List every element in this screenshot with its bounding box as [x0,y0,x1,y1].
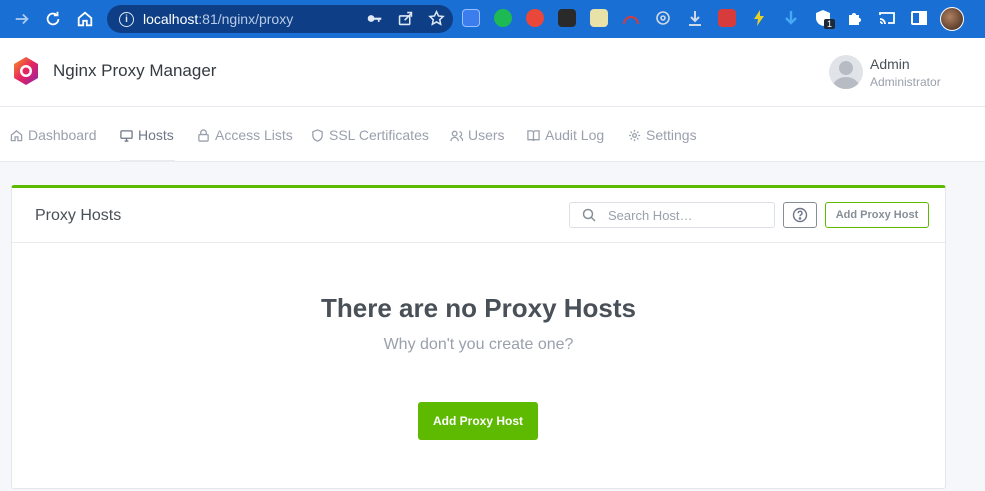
empty-state-title: There are no Proxy Hosts [321,293,636,323]
shield-icon [312,128,323,142]
nav-label-ssl-certificates: SSL Certificates [329,127,429,143]
extensions-puzzle-icon[interactable] [846,9,864,27]
nav-item-ssl-certificates[interactable]: SSL Certificates [311,126,429,144]
nav-item-access-lists[interactable]: Access Lists [197,126,293,144]
empty-state-subtitle: Why don't you create one? [383,336,574,353]
key-icon[interactable] [366,10,383,30]
browser-toolbar: i localhost:81/nginx/proxy 1 [0,0,985,38]
nav-item-audit-log[interactable]: Audit Log [527,126,604,144]
nav-item-users[interactable]: Users [450,126,505,144]
url-path: :81/nginx/proxy [198,11,294,27]
proxy-hosts-card: Proxy Hosts Add Proxy Host There are no … [11,185,946,489]
extension-shield-icon[interactable]: 1 [814,9,836,29]
translate-extension-icon[interactable] [462,9,480,27]
main-nav: Dashboard Hosts Access Lists SSL Certifi… [0,107,985,162]
monitor-icon [120,129,133,142]
search-input[interactable] [608,207,758,223]
reload-icon[interactable] [39,5,67,33]
extension-circle-icon[interactable] [526,9,544,27]
active-tab-indicator [120,160,175,162]
nav-label-hosts: Hosts [138,127,174,143]
gear-icon [628,129,641,141]
add-proxy-host-button[interactable]: Add Proxy Host [418,402,538,440]
address-bar[interactable]: i localhost:81/nginx/proxy [107,5,453,33]
lock-icon [198,128,209,142]
app-header: Nginx Proxy Manager Admin Administrator [0,38,985,107]
add-proxy-host-header-button[interactable]: Add Proxy Host [825,202,929,228]
user-role: Administrator [870,75,941,89]
card-title: Proxy Hosts [35,207,122,224]
user-name[interactable]: Admin [870,56,910,72]
nav-label-dashboard: Dashboard [28,127,97,143]
extension-dark-icon[interactable] [558,9,576,27]
extension-gear-icon[interactable] [654,9,672,27]
nav-label-audit-log: Audit Log [545,127,605,143]
side-panel-icon[interactable] [910,9,928,27]
bookmark-star-icon[interactable] [428,9,445,30]
extension-red-icon[interactable] [718,9,736,27]
extension-note-icon[interactable] [590,9,608,27]
users-icon [450,130,463,141]
nav-label-users: Users [468,127,505,143]
app-title[interactable]: Nginx Proxy Manager [53,61,216,81]
cast-icon[interactable] [878,9,896,27]
forward-icon[interactable] [8,5,36,33]
help-icon [792,207,808,223]
share-icon[interactable] [397,10,414,30]
url-host: localhost [143,11,199,27]
nav-item-dashboard[interactable]: Dashboard [10,126,97,144]
nav-item-hosts[interactable]: Hosts [120,126,174,144]
site-info-icon[interactable]: i [119,11,134,27]
extension-download-arrow-icon[interactable] [782,9,800,27]
nav-item-settings[interactable]: Settings [628,126,697,144]
extension-arc-icon[interactable] [622,9,640,27]
extension-green-icon[interactable] [494,9,512,27]
book-icon [527,129,540,141]
user-avatar[interactable] [829,55,863,89]
search-box[interactable] [569,202,775,228]
home-icon [10,129,23,141]
help-button[interactable] [783,202,817,228]
extension-badge: 1 [824,19,836,29]
nav-label-settings: Settings [646,127,697,143]
extension-bolt-icon[interactable] [750,9,768,27]
search-icon [582,208,596,222]
nav-label-access-lists: Access Lists [215,127,293,143]
nginx-proxy-manager-logo [11,56,41,86]
browser-profile-avatar[interactable] [940,7,964,31]
download-extension-icon[interactable] [686,9,704,27]
home-button-icon[interactable] [71,5,99,33]
card-header: Proxy Hosts Add Proxy Host [12,188,945,243]
